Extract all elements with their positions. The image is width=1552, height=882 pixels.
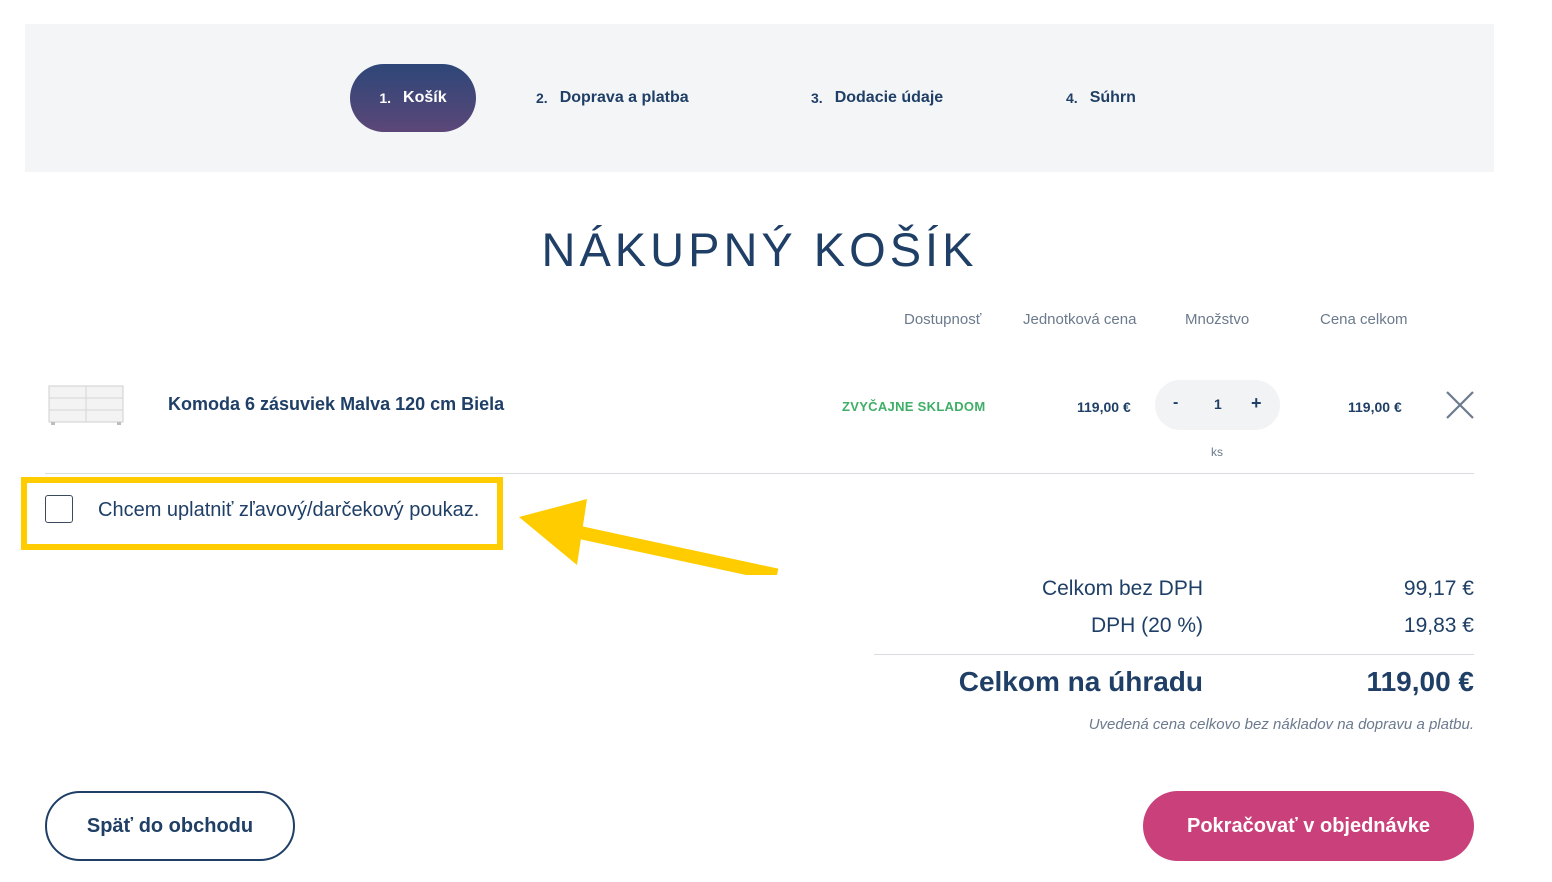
voucher-checkbox-label[interactable]: Chcem uplatniť zľavový/darčekový poukaz. xyxy=(98,499,479,522)
step-delivery-details[interactable]: 3. Dodacie údaje xyxy=(811,64,943,132)
step-number: 2. xyxy=(536,90,548,106)
back-to-shop-button[interactable]: Späť do obchodu xyxy=(45,791,295,861)
grand-total-value: 119,00 € xyxy=(1366,666,1474,697)
remove-item-close-icon[interactable] xyxy=(1444,389,1476,421)
quantity-input[interactable]: 1 xyxy=(1214,396,1222,412)
unit-price: 119,00 € xyxy=(1077,399,1131,415)
column-header-quantity: Množstvo xyxy=(1185,311,1250,328)
quantity-increase-button[interactable]: + xyxy=(1251,393,1262,414)
quantity-unit: ks xyxy=(1211,445,1223,459)
continue-order-button[interactable]: Pokračovať v objednávke xyxy=(1143,791,1474,861)
product-thumbnail[interactable] xyxy=(47,383,125,425)
column-header-total: Cena celkom xyxy=(1320,311,1408,328)
column-header-availability: Dostupnosť xyxy=(904,311,982,328)
step-cart[interactable]: 1. Košík xyxy=(350,64,476,132)
vat-value: 19,83 € xyxy=(1403,614,1474,637)
checkout-steps-bar xyxy=(25,24,1494,172)
subtotal-without-vat-label: Celkom bez DPH xyxy=(1041,577,1203,600)
quantity-decrease-button[interactable]: - xyxy=(1173,394,1178,412)
product-name-link[interactable]: Komoda 6 zásuviek Malva 120 cm Biela xyxy=(168,394,504,415)
row-divider xyxy=(45,473,1474,474)
step-number: 3. xyxy=(811,90,823,106)
step-label: Košík xyxy=(403,89,447,106)
column-header-unit-price: Jednotková cena xyxy=(1023,311,1137,328)
step-number: 4. xyxy=(1066,90,1078,106)
step-label: Dodacie údaje xyxy=(834,89,944,106)
annotation-arrow-icon xyxy=(519,499,779,575)
page-title: NÁKUPNÝ KOŠÍK xyxy=(541,223,978,276)
grand-total-label: Celkom na úhradu xyxy=(958,666,1203,697)
step-shipping-payment[interactable]: 2. Doprava a platba xyxy=(536,64,689,132)
availability-status: ZVYČAJNE SKLADOM xyxy=(842,399,986,414)
voucher-checkbox[interactable] xyxy=(45,495,73,523)
step-summary[interactable]: 4. Súhrn xyxy=(1066,64,1136,132)
quantity-stepper: - 1 + xyxy=(1155,380,1280,430)
summary-divider xyxy=(874,654,1474,655)
price-note: Uvedená cena celkovo bez nákladov na dop… xyxy=(1088,716,1474,733)
subtotal-without-vat-value: 99,17 € xyxy=(1403,577,1474,600)
step-label: Súhrn xyxy=(1089,89,1136,106)
step-label: Doprava a platba xyxy=(559,89,689,106)
vat-label: DPH (20 %) xyxy=(1090,614,1203,637)
step-number: 1. xyxy=(379,90,392,106)
line-total: 119,00 € xyxy=(1348,399,1402,415)
